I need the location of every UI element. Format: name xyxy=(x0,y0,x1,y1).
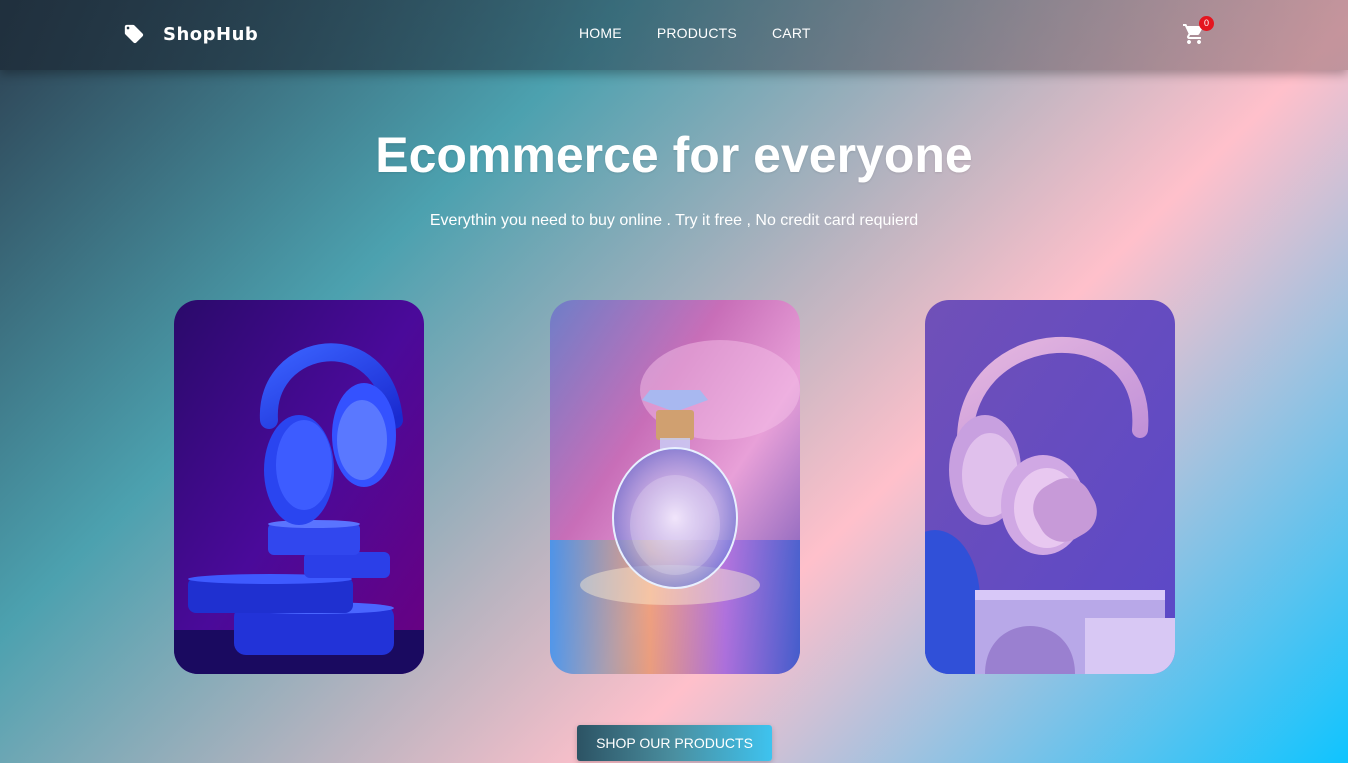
product-card-headphones[interactable] xyxy=(174,300,424,674)
pink-headphones-image xyxy=(925,300,1175,674)
product-card-perfume[interactable] xyxy=(550,300,800,674)
cart-count-badge: 0 xyxy=(1199,16,1214,31)
headphones-on-podium-image xyxy=(174,300,424,674)
hero-title: Ecommerce for everyone xyxy=(375,127,973,183)
tag-icon xyxy=(123,23,145,45)
nav-products-link[interactable]: PRODUCTS xyxy=(657,25,737,41)
perfume-bottle-image xyxy=(550,300,800,674)
shop-products-button[interactable]: SHOP OUR PRODUCTS xyxy=(577,725,772,761)
hero-subtitle: Everythin you need to buy online . Try i… xyxy=(429,212,919,229)
product-card-pink-headphones[interactable] xyxy=(925,300,1175,674)
brand[interactable]: ShopHub xyxy=(123,21,258,47)
brand-name: ShopHub xyxy=(163,23,259,45)
cart-button[interactable]: 0 xyxy=(1182,16,1214,46)
navbar: ShopHub HOME PRODUCTS CART 0 xyxy=(0,0,1348,70)
nav-home-link[interactable]: HOME xyxy=(579,25,622,41)
main-nav: HOME PRODUCTS CART xyxy=(579,25,811,41)
nav-cart-link[interactable]: CART xyxy=(772,25,811,41)
